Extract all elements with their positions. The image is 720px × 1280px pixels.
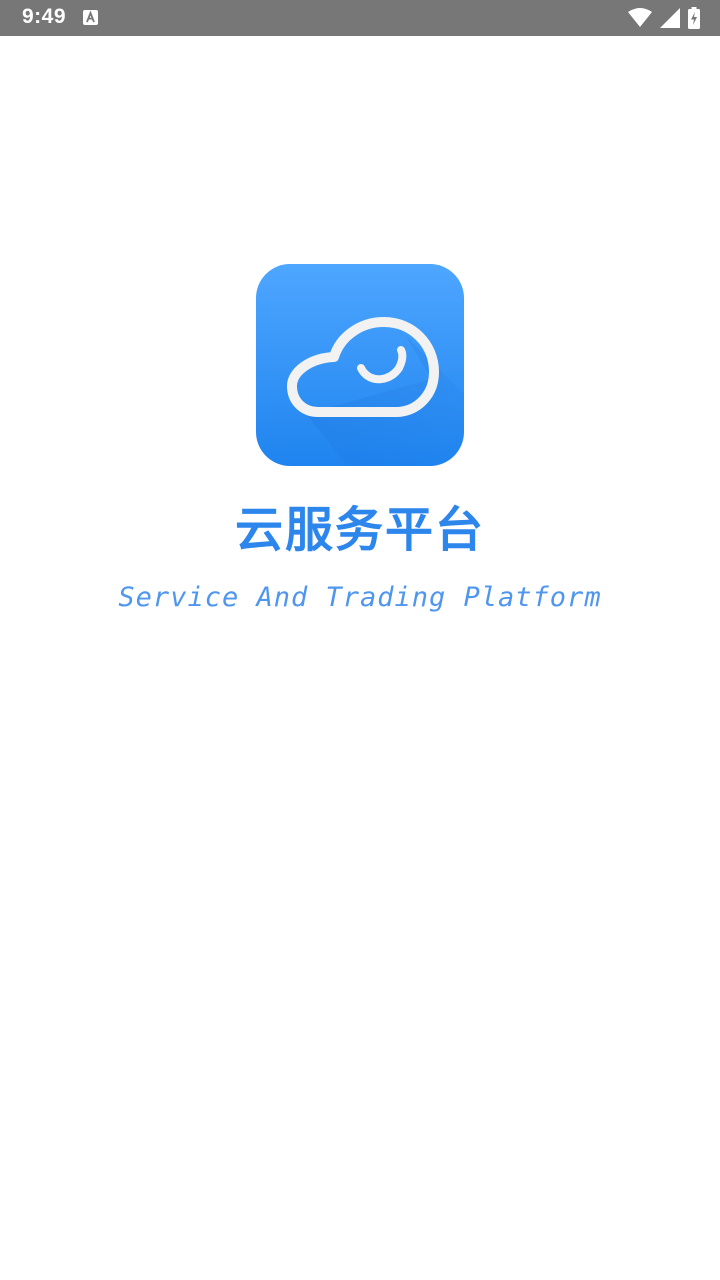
wifi-icon (628, 8, 652, 27)
cloud-smile-icon (256, 264, 464, 466)
battery-charging-icon (688, 7, 700, 29)
splash-screen: 云服务平台 Service And Trading Platform (0, 36, 720, 1280)
status-bar: 9:49 (0, 0, 720, 36)
text-a-icon (83, 10, 98, 25)
cellular-signal-icon (660, 8, 680, 28)
status-time: 9:49 (22, 5, 67, 28)
app-subtitle: Service And Trading Platform (118, 582, 602, 613)
app-title: 云服务平台 (234, 502, 485, 558)
status-icons (628, 7, 700, 29)
